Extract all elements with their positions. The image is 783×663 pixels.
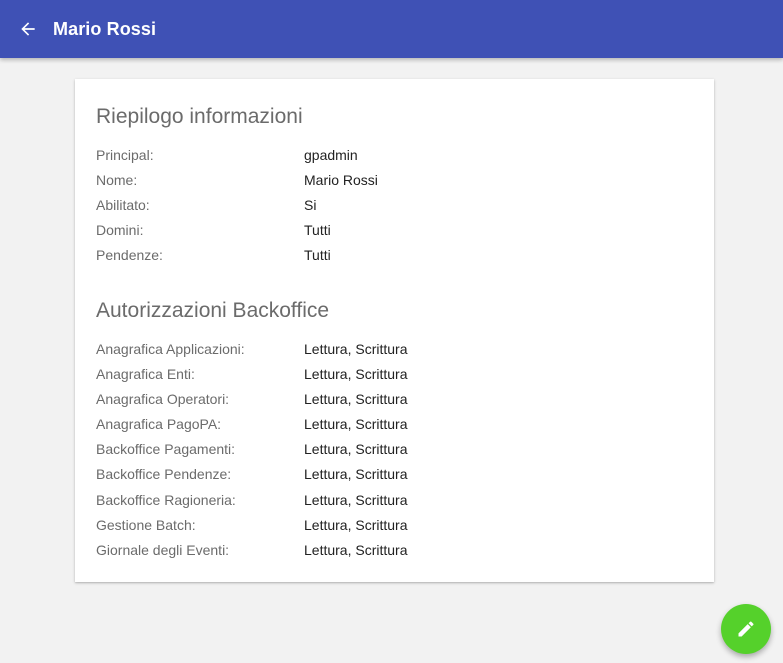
permission-label: Backoffice Ragioneria:: [96, 491, 236, 508]
permission-value: Lettura, Scrittura: [304, 340, 408, 357]
permission-row: Gestione Batch: Lettura, Scrittura: [96, 512, 693, 537]
info-label: Domini:: [96, 222, 144, 239]
info-label: Principal:: [96, 146, 154, 163]
permission-label: Backoffice Pendenze:: [96, 466, 232, 483]
detail-card: Riepilogo informazioni Principal: gpadmi…: [75, 79, 714, 582]
info-label: Abilitato:: [96, 196, 150, 213]
permission-value: Lettura, Scrittura: [304, 365, 408, 382]
permission-row: Backoffice Ragioneria: Lettura, Scrittur…: [96, 487, 693, 512]
backoffice-section-title: Autorizzazioni Backoffice: [96, 298, 330, 322]
info-row-pendenze: Pendenze: Tutti: [96, 243, 693, 268]
permission-value: Lettura, Scrittura: [304, 516, 408, 533]
info-row-abilitato: Abilitato: Si: [96, 192, 693, 217]
backoffice-list: Anagrafica Applicazioni: Lettura, Scritt…: [96, 336, 693, 563]
info-label: Pendenze:: [96, 247, 163, 264]
page-title: Mario Rossi: [53, 18, 157, 39]
permission-row: Anagrafica Operatori: Lettura, Scrittura: [96, 386, 693, 411]
permission-row: Anagrafica Applicazioni: Lettura, Scritt…: [96, 336, 693, 361]
back-button[interactable]: [8, 9, 48, 49]
permission-label: Anagrafica Applicazioni:: [96, 340, 245, 357]
permission-value: Lettura, Scrittura: [304, 491, 408, 508]
permission-row: Backoffice Pendenze: Lettura, Scrittura: [96, 462, 693, 487]
edit-button[interactable]: [721, 604, 771, 654]
permission-label: Anagrafica Operatori:: [96, 390, 230, 407]
permission-label: Gestione Batch:: [96, 516, 196, 533]
permission-label: Backoffice Pagamenti:: [96, 441, 236, 458]
permission-value: Lettura, Scrittura: [304, 390, 408, 407]
app-toolbar: Mario Rossi: [0, 0, 783, 58]
info-row-principal: Principal: gpadmin: [96, 142, 693, 167]
summary-section-title: Riepilogo informazioni: [96, 105, 303, 128]
permission-row: Anagrafica PagoPA: Lettura, Scrittura: [96, 412, 693, 437]
info-value: Tutti: [304, 222, 331, 239]
permission-row: Giornale degli Eventi: Lettura, Scrittur…: [96, 537, 693, 562]
permission-label: Anagrafica PagoPA:: [96, 416, 222, 433]
info-value: Mario Rossi: [304, 171, 378, 188]
permission-value: Lettura, Scrittura: [304, 441, 408, 458]
permission-value: Lettura, Scrittura: [304, 466, 408, 483]
info-value: Tutti: [304, 247, 331, 264]
info-label: Nome:: [96, 171, 138, 188]
info-value: Si: [304, 196, 317, 213]
summary-list: Principal: gpadmin Nome: Mario Rossi Abi…: [96, 142, 693, 268]
permission-value: Lettura, Scrittura: [304, 416, 408, 433]
permission-row: Anagrafica Enti: Lettura, Scrittura: [96, 361, 693, 386]
permission-row: Backoffice Pagamenti: Lettura, Scrittura: [96, 437, 693, 462]
info-row-nome: Nome: Mario Rossi: [96, 167, 693, 192]
info-value: gpadmin: [304, 146, 358, 163]
arrow-back-icon: [21, 22, 35, 36]
info-row-domini: Domini: Tutti: [96, 218, 693, 243]
permission-label: Anagrafica Enti:: [96, 365, 195, 382]
permission-label: Giornale degli Eventi:: [96, 542, 230, 559]
permission-value: Lettura, Scrittura: [304, 542, 408, 559]
edit-pencil-icon: [738, 621, 754, 637]
